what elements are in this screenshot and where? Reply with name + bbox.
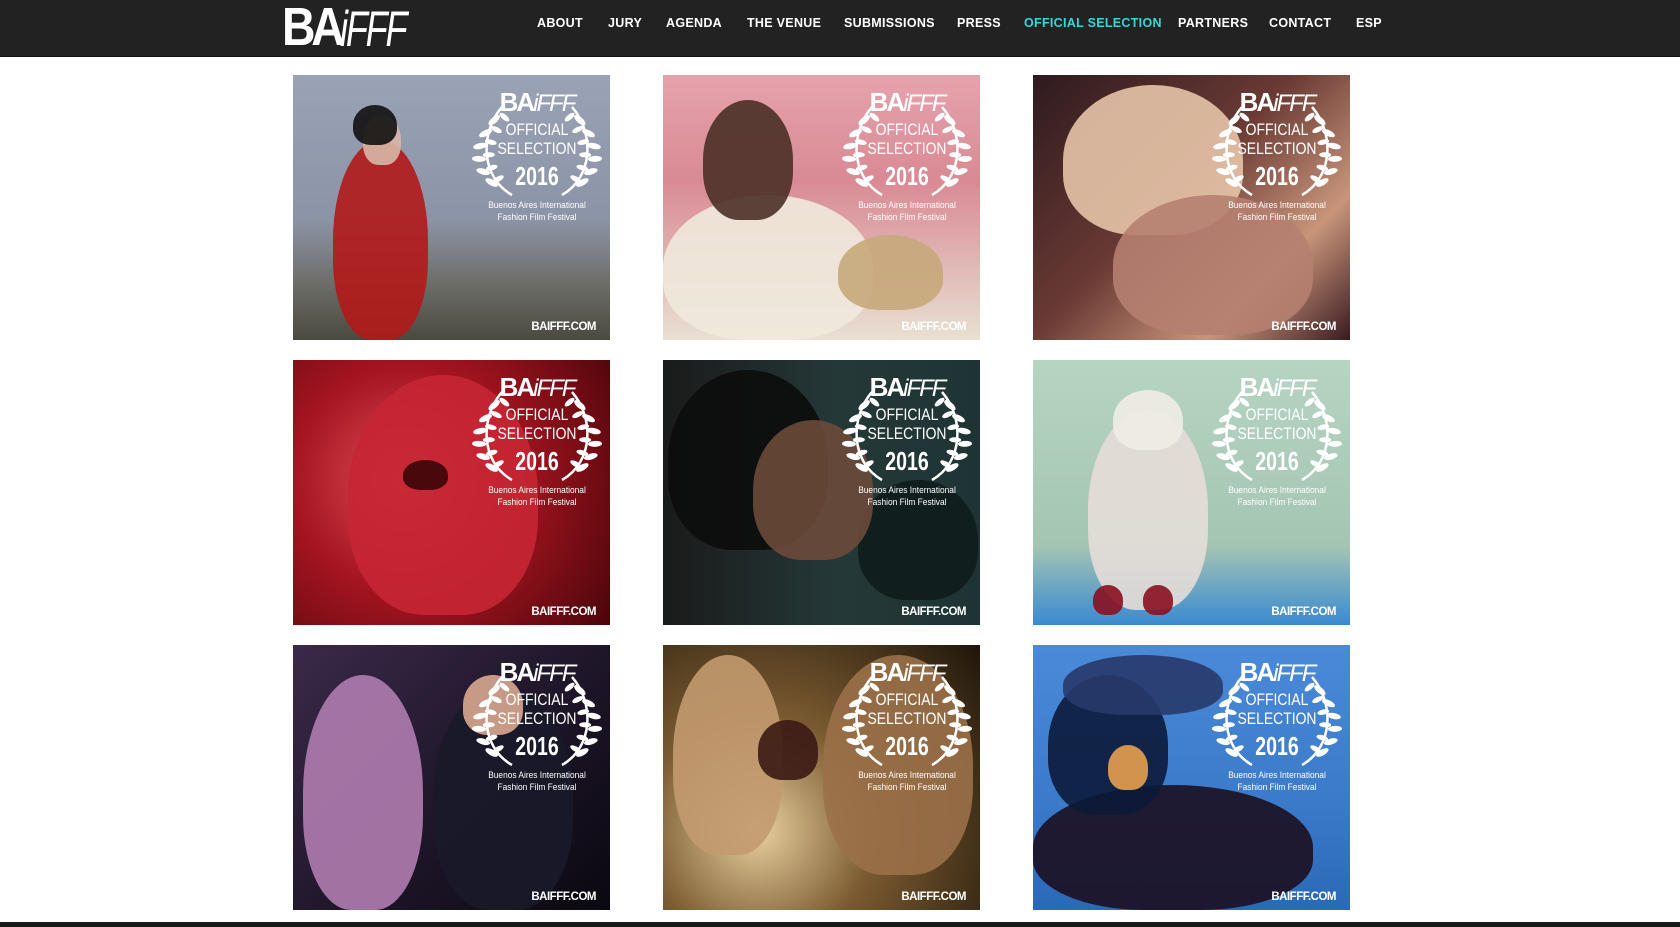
tile-site-watermark: BAIFFF.COM [531,606,596,618]
official-selection-laurel-badge: BAiFFF OFFICIAL SELECTION 2016 Buenos Aires … [842,372,972,508]
badge-official-selection-text: OFFICIAL SELECTION [1237,120,1317,158]
film-tile-two-women-apple[interactable]: BAiFFF OFFICIAL SELECTION 2016 Buenos Aires … [663,645,980,910]
tile-site-watermark: BAIFFF.COM [901,321,966,333]
nav-partners[interactable]: PARTNERS [1178,16,1248,30]
badge-festival-name: Buenos Aires International Fashion Film F… [1228,200,1326,223]
badge-festival-name: Buenos Aires International Fashion Film F… [858,200,956,223]
still-shape [353,105,397,145]
nav-press[interactable]: PRESS [957,16,1001,30]
still-shape [333,140,428,340]
badge-festival-name: Buenos Aires International Fashion Film F… [488,770,586,793]
film-tile-red-face-behind-glass[interactable]: BAiFFF OFFICIAL SELECTION 2016 Buenos Aires … [293,360,610,625]
film-tile-blonde-woman-lying[interactable]: BAiFFF OFFICIAL SELECTION 2016 Buenos Aires … [1033,75,1350,340]
badge-logo: BAiFFF [869,657,947,687]
badge-year: 2016 [885,161,929,191]
badge-logo: BAiFFF [499,372,577,402]
nav-jury[interactable]: JURY [608,16,642,30]
badge-year: 2016 [885,446,929,476]
film-tile-masked-figure-blue-sky[interactable]: BAiFFF OFFICIAL SELECTION 2016 Buenos Aires … [1033,645,1350,910]
official-selection-laurel-badge: BAiFFF OFFICIAL SELECTION 2016 Buenos Aires … [1212,87,1342,223]
badge-year: 2016 [1255,161,1299,191]
nav-about[interactable]: ABOUT [537,16,583,30]
page-bottom-bar [0,922,1680,927]
badge-logo: BAiFFF [1239,657,1317,687]
nav-agenda[interactable]: AGENDA [666,16,722,30]
badge-logo: BAiFFF [499,87,577,117]
badge-official-selection-text: OFFICIAL SELECTION [497,690,577,728]
badge-festival-name: Buenos Aires International Fashion Film F… [488,200,586,223]
tile-site-watermark: BAIFFF.COM [531,321,596,333]
badge-official-selection-text: OFFICIAL SELECTION [867,405,947,443]
official-selection-laurel-badge: BAiFFF OFFICIAL SELECTION 2016 Buenos Aires … [472,372,602,508]
badge-year: 2016 [1255,446,1299,476]
still-shape [838,235,943,310]
nav-the-venue[interactable]: THE VENUE [747,16,821,30]
tile-site-watermark: BAIFFF.COM [1271,321,1336,333]
badge-year: 2016 [515,446,559,476]
still-shape [403,460,448,490]
site-header: BA iFFF ABOUT JURY AGENDA THE VENUE SUBM… [0,0,1680,57]
badge-festival-name: Buenos Aires International Fashion Film F… [1228,485,1326,508]
tile-site-watermark: BAIFFF.COM [531,891,596,903]
still-shape [1143,585,1173,615]
film-tile-two-women-dark[interactable]: BAiFFF OFFICIAL SELECTION 2016 Buenos Aires … [293,645,610,910]
badge-official-selection-text: OFFICIAL SELECTION [1237,690,1317,728]
still-shape [303,675,423,910]
badge-logo: BAiFFF [869,87,947,117]
badge-official-selection-text: OFFICIAL SELECTION [497,405,577,443]
tile-site-watermark: BAIFFF.COM [901,891,966,903]
still-shape [703,100,793,220]
nav-esp[interactable]: ESP [1356,16,1382,30]
film-tile-man-dreadlocks-speakers[interactable]: BAiFFF OFFICIAL SELECTION 2016 Buenos Aires … [663,360,980,625]
badge-logo: BAiFFF [1239,372,1317,402]
badge-logo: BAiFFF [499,657,577,687]
nav-submissions[interactable]: SUBMISSIONS [844,16,935,30]
film-tile-girl-with-radio-pink-room[interactable]: BAiFFF OFFICIAL SELECTION 2016 Buenos Aires … [663,75,980,340]
nav-official-selection[interactable]: OFFICIAL SELECTION [1024,16,1162,30]
nav-contact[interactable]: CONTACT [1269,16,1331,30]
official-selection-laurel-badge: BAiFFF OFFICIAL SELECTION 2016 Buenos Aires … [472,87,602,223]
badge-festival-name: Buenos Aires International Fashion Film F… [858,485,956,508]
film-tile-woman-red-dress-rooftop[interactable]: BAiFFF OFFICIAL SELECTION 2016 Buenos Aires … [293,75,610,340]
tile-site-watermark: BAIFFF.COM [901,606,966,618]
still-shape [758,720,818,780]
badge-official-selection-text: OFFICIAL SELECTION [1237,405,1317,443]
still-shape [1063,655,1223,715]
still-shape [1093,585,1123,615]
badge-official-selection-text: OFFICIAL SELECTION [867,120,947,158]
still-shape [1108,745,1148,790]
badge-year: 2016 [885,731,929,761]
official-selection-laurel-badge: BAiFFF OFFICIAL SELECTION 2016 Buenos Aires … [842,657,972,793]
badge-festival-name: Buenos Aires International Fashion Film F… [858,770,956,793]
tile-site-watermark: BAIFFF.COM [1271,606,1336,618]
badge-logo: BAiFFF [1239,87,1317,117]
tile-site-watermark: BAIFFF.COM [1271,891,1336,903]
official-selection-laurel-badge: BAiFFF OFFICIAL SELECTION 2016 Buenos Aires … [842,87,972,223]
badge-official-selection-text: OFFICIAL SELECTION [867,690,947,728]
badge-year: 2016 [515,731,559,761]
badge-logo: BAiFFF [869,372,947,402]
film-tile-white-hair-woman-sitting[interactable]: BAiFFF OFFICIAL SELECTION 2016 Buenos Aires … [1033,360,1350,625]
badge-festival-name: Buenos Aires International Fashion Film F… [488,485,586,508]
badge-festival-name: Buenos Aires International Fashion Film F… [1228,770,1326,793]
official-selection-laurel-badge: BAiFFF OFFICIAL SELECTION 2016 Buenos Aires … [472,657,602,793]
badge-year: 2016 [515,161,559,191]
main-nav: ABOUT JURY AGENDA THE VENUE SUBMISSIONS … [0,0,1680,47]
badge-official-selection-text: OFFICIAL SELECTION [497,120,577,158]
badge-year: 2016 [1255,731,1299,761]
still-shape [1113,390,1183,450]
official-selection-laurel-badge: BAiFFF OFFICIAL SELECTION 2016 Buenos Aires … [1212,372,1342,508]
official-selection-laurel-badge: BAiFFF OFFICIAL SELECTION 2016 Buenos Aires … [1212,657,1342,793]
